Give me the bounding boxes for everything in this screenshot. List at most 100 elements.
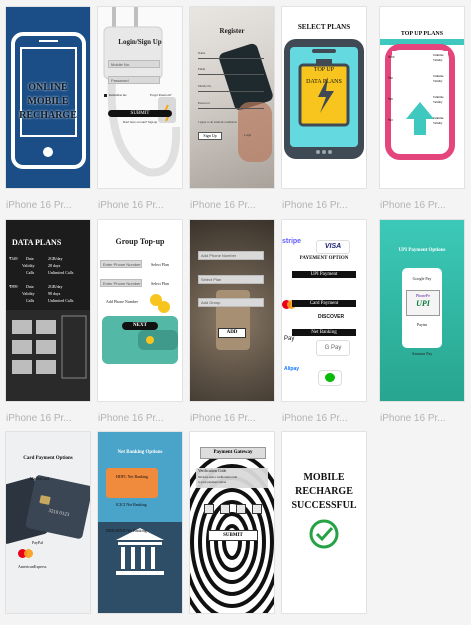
plan1-data-value: 2GB/day [48,256,63,261]
plan1-validity-value: 28 days [48,263,61,268]
plan2-validity-value: 98 days [48,291,61,296]
frame-caption: iPhone 16 Pr... [380,200,446,211]
frame-select-plans[interactable]: SELECT PLANS TOP UP DATA PLANS [282,7,366,188]
net-banking-button[interactable]: Net Banking [292,329,356,336]
otp-box-4[interactable] [252,504,262,514]
visa-logo: VISA [316,240,350,254]
plan1-calls-label: Calls [26,270,35,275]
amex-option[interactable]: AmericanExpress [18,564,46,569]
group-next-button[interactable]: NEXT [122,322,158,330]
frame-payment-option[interactable]: stripe VISA PAYEMENT OPTION PayPal UPI P… [282,220,366,401]
wallet-icon [102,294,178,364]
bank-building-icon [116,528,164,575]
topup-validity-3: Validity [433,100,443,104]
plan2-data-label: Data [26,284,34,289]
otp-box-3[interactable] [236,504,246,514]
success-line1: MOBILE [303,472,345,483]
sim-card-image [6,310,90,401]
topup-option[interactable]: TOP UP [282,67,366,73]
plan2-validity-label: Validity [22,291,35,296]
apple-pay-logo: Pay [284,336,295,342]
otp-box-1[interactable] [204,504,214,514]
register-login-link[interactable]: Login [244,133,251,137]
frame-caption: iPhone 16 Pr... [380,413,446,424]
topup-talk-1: Talktime [433,53,444,57]
group-select-plan-input[interactable]: Select Plan [198,275,264,284]
remember-label: Remember me [109,93,127,97]
group-add-button[interactable]: ADD [218,328,246,338]
topup-amount-3[interactable]: ₹20 [388,97,393,101]
plan1-validity-label: Validity [22,263,35,268]
frame-card-payment[interactable]: Card Payment Options MasterCard 3210 012… [6,432,90,613]
frame-payment-gateway[interactable]: Payment Gateway Verification Code We hav… [190,432,274,613]
group-add-phone-input[interactable]: Add Phone Number [198,251,264,260]
register-email-label: Email [198,67,206,71]
register-password-label: Password [198,101,210,105]
upi-logo: PhonePe UPI [406,290,440,316]
frame-login[interactable]: Login/Sign Up Mobile No. Password Rememb… [98,7,182,188]
register-password-field[interactable] [198,108,264,109]
frame-caption: iPhone 16 Pr... [6,200,72,211]
frame-topup-plans[interactable]: TOP UP PLANS ₹100 Talktime Validity ₹50 … [380,7,464,188]
plan2-price[interactable]: ₹899 [9,284,18,289]
alipay-logo: Alipay [284,366,300,372]
plan1-data-label: Data [26,256,34,261]
paypal-option[interactable]: PayPal [32,540,43,545]
gateway-submit-button[interactable]: SUBMIT [208,530,258,541]
frame-upi-options[interactable]: UPI Payment Options Google Pay PhonePe U… [380,220,464,401]
credit-cards-image [6,475,90,544]
phonepe-label[interactable]: PhonePe [407,293,439,298]
frame-caption: iPhone 16 Pr... [282,413,348,424]
amazon-pay-option[interactable]: Amazon Pay [380,351,464,356]
signup-link[interactable]: Don't have account? Sign up [98,120,182,124]
success-line3: SUCCESSFUL [291,500,357,511]
agree-checkbox-label[interactable]: I agree to all terms & conditions [198,120,237,124]
remember-checkbox[interactable] [104,94,107,97]
plan1-price[interactable]: ₹349 [9,256,18,261]
login-title: Login/Sign Up [118,38,162,46]
data-plans-option[interactable]: DATA PLANS [282,79,366,85]
topup-amount-4[interactable]: ₹10 [388,118,393,122]
frame-caption: iPhone 16 Pr... [98,200,164,211]
login-submit-button[interactable]: SUBMIT [108,110,172,117]
frame-group-topup[interactable]: Group Top-up Enter Phone Number Select P… [98,220,182,401]
otp-box-2[interactable] [220,504,230,514]
splash-line3: RECHARGE [19,110,77,121]
frame-caption: iPhone 16 Pr... [98,413,164,424]
login-phone-input[interactable]: Mobile No. [108,60,160,68]
frame-caption: iPhone 16 Pr... [190,413,256,424]
login-password-input[interactable]: Password [108,76,160,84]
mastercard-option[interactable]: MasterCard [30,476,49,481]
frame-group-add[interactable]: Add Phone Number Select Plan Add Group A… [190,220,274,401]
register-email-field[interactable] [198,74,264,75]
frame-register[interactable]: Register Name Email Mobile No. Password … [190,7,274,188]
upi-payment-button[interactable]: UPI Payment [292,271,356,278]
paytm-option[interactable]: Paytm [380,322,464,327]
success-check-icon [309,519,339,549]
payment-option-title: PAYEMENT OPTION [299,256,349,261]
indusind-option[interactable]: INDUSIND Net Banking [106,528,147,533]
register-mobile-field[interactable] [198,91,264,92]
frame-net-banking[interactable]: Net Banking Options HDFC Net Banking ICI… [98,432,182,613]
group-add-group-input[interactable]: Add Group [198,298,264,307]
gateway-title: Payment Gateway [200,447,266,459]
card-payment-button[interactable]: Card Payment [292,300,356,307]
topup-validity-1: Validity [433,58,443,62]
topup-amount-2[interactable]: ₹50 [388,76,393,80]
frame-splash[interactable]: ONLINE MOBILE RECHARGE [6,7,90,188]
topup-amount-1[interactable]: ₹100 [388,55,394,59]
success-line2: RECHARGE [295,486,353,497]
register-name-field[interactable] [198,58,264,59]
plan2-data-value: 2GB/day [48,284,63,289]
frame-caption: iPhone 16 Pr... [190,200,256,211]
topup-talk-4: Talktime [433,116,444,120]
frame-success[interactable]: MOBILE RECHARGE SUCCESSFUL [282,432,366,613]
forgot-link[interactable]: Forgot Password? [150,93,172,97]
frame-data-plans[interactable]: DATA PLANS ₹349 Data 2GB/day Validity 28… [6,220,90,401]
upi-options-title: UPI Payment Options [398,248,446,253]
plan2-calls-label: Calls [26,298,35,303]
register-signup-button[interactable]: Sign Up [198,132,222,140]
verify-label: Verification Code [198,468,227,473]
battery-phone-icon [284,39,364,159]
google-pay-option[interactable]: Google Pay [380,276,464,281]
